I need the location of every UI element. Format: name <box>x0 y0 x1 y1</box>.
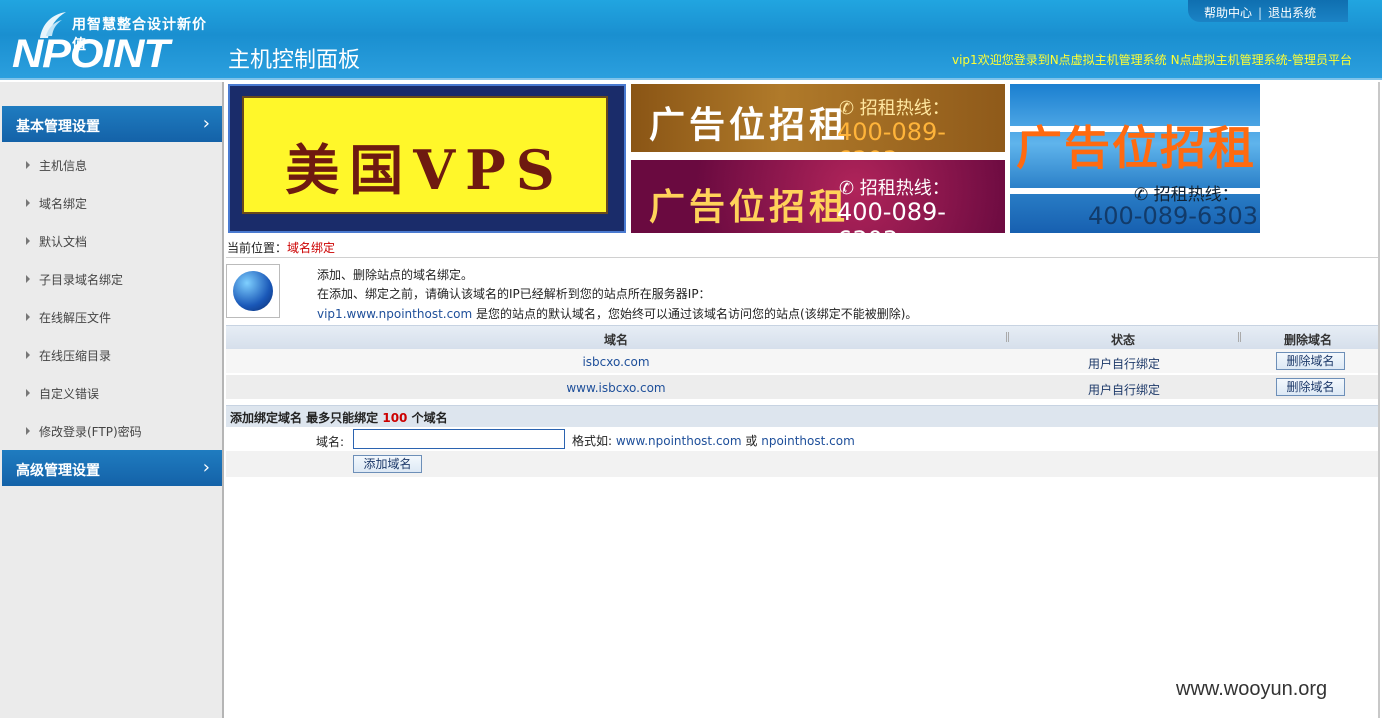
sidebar-item-label: 域名绑定 <box>39 197 88 211</box>
sidebar-section-label: 高级管理设置 <box>16 463 100 479</box>
breadcrumb: 当前位置：域名绑定 <box>227 239 335 256</box>
globe-ball <box>233 271 273 311</box>
triangle-right-icon <box>26 351 30 359</box>
sidebar-section-basic[interactable]: 基本管理设置 › <box>2 106 222 142</box>
chevron-right-icon: › <box>202 457 210 478</box>
delete-domain-button[interactable]: 删除域名 <box>1276 378 1345 396</box>
hint-or: 或 <box>741 434 762 448</box>
add-domain-button[interactable]: 添加域名 <box>353 455 422 473</box>
triangle-right-icon <box>26 199 30 207</box>
triangle-right-icon <box>26 275 30 283</box>
column-resizer[interactable] <box>1006 332 1009 342</box>
format-hint: 格式如: www.npointhost.com 或 npointhost.com <box>572 432 855 449</box>
column-header-delete: 删除域名 <box>1284 333 1333 347</box>
panel-title: 主机控制面板 <box>228 48 361 73</box>
sidebar-item-host-info[interactable]: 主机信息 <box>26 157 87 174</box>
welcome-user: vip1欢迎您登录到N点虚拟主机管理系统 <box>952 53 1167 67</box>
table-row: www.isbcxo.com 用户自行绑定 删除域名 <box>226 375 1378 399</box>
hint-example-2: npointhost.com <box>761 434 855 448</box>
watermark: www.wooyun.org <box>1176 678 1328 700</box>
domain-cell: www.isbcxo.com <box>566 381 666 395</box>
sidebar-section-advanced[interactable]: 高级管理设置 › <box>2 450 222 486</box>
table-row: isbcxo.com 用户自行绑定 删除域名 <box>226 349 1378 373</box>
welcome-platform: N点虚拟主机管理系统-管理员平台 <box>1170 53 1352 67</box>
add-heading-suffix: 个域名 <box>407 411 448 425</box>
add-heading-prefix: 添加绑定域名 最多只能绑定 <box>230 411 383 425</box>
add-domain-heading: 添加绑定域名 最多只能绑定 100 个域名 <box>226 405 1378 427</box>
link-separator: | <box>1258 6 1263 20</box>
sidebar-item-label: 自定义错误 <box>39 387 100 401</box>
ad-title: 广告位招租 <box>1016 121 1256 175</box>
info-line-3: vip1.www.npointhost.com 是您的站点的默认域名，您始终可以… <box>317 305 917 322</box>
sidebar-item-unzip[interactable]: 在线解压文件 <box>26 309 111 326</box>
sidebar-item-label: 在线压缩目录 <box>39 349 112 363</box>
ad-title: 广告位招租 <box>649 104 850 146</box>
sidebar: 基本管理设置 › 主机信息 域名绑定 默认文档 子目录域名绑定 在线解压文件 在… <box>0 82 224 718</box>
logout-link[interactable]: 退出系统 <box>1268 6 1316 20</box>
ad-phone: 400-089-6303 <box>837 198 946 233</box>
sidebar-item-ftp-password[interactable]: 修改登录(FTP)密码 <box>26 423 142 440</box>
ad-phone: 400-089-6303 <box>1088 202 1259 230</box>
status-cell: 用户自行绑定 <box>1087 383 1160 397</box>
triangle-right-icon <box>26 237 30 245</box>
sidebar-item-subdir-binding[interactable]: 子目录域名绑定 <box>26 271 123 288</box>
info-line-1: 添加、删除站点的域名绑定。 <box>317 268 474 282</box>
sidebar-item-label: 子目录域名绑定 <box>39 273 124 287</box>
domain-cell: isbcxo.com <box>582 355 650 369</box>
triangle-right-icon <box>26 161 30 169</box>
sidebar-item-default-document[interactable]: 默认文档 <box>26 233 87 250</box>
breadcrumb-current: 域名绑定 <box>287 241 336 255</box>
ad-hotline: ✆ 招租热线： <box>839 178 950 199</box>
sidebar-item-label: 主机信息 <box>39 159 88 173</box>
ad-banner-3[interactable]: 广告位招租 ✆ 招租热线： 400-089-6303 <box>1010 84 1260 233</box>
hint-prefix: 格式如: <box>572 434 616 448</box>
ad-hotline: ✆ 招租热线： <box>839 98 950 119</box>
sidebar-item-label: 修改登录(FTP)密码 <box>39 425 142 439</box>
divider <box>226 257 1378 258</box>
breadcrumb-prefix: 当前位置： <box>227 241 288 255</box>
top-links: 帮助中心 | 退出系统 <box>1188 0 1348 22</box>
ad-banner-1[interactable]: 广告位招租 ✆ 招租热线： 400-089-6303 <box>631 84 1005 152</box>
table-header: 域名 状态 删除域名 <box>226 325 1378 349</box>
default-domain: vip1.www.npointhost.com <box>317 307 473 321</box>
header: 用智慧整合设计新价值 NPOINT 主机控制面板 帮助中心 | 退出系统 vip1欢… <box>0 0 1382 80</box>
info-line-3-text: 是您的站点的默认域名，您始终可以通过该域名访问您的站点(该绑定不能被删除)。 <box>472 307 918 321</box>
vps-banner-inner: 美国VPS <box>242 96 608 214</box>
sidebar-item-zip[interactable]: 在线压缩目录 <box>26 347 111 364</box>
chevron-right-icon: › <box>202 113 210 134</box>
domain-limit: 100 <box>382 411 408 425</box>
globe-icon <box>226 264 280 318</box>
hint-example-1: www.npointhost.com <box>615 434 742 448</box>
logo-brand: NPOINT <box>12 32 170 76</box>
help-center-link[interactable]: 帮助中心 <box>1204 6 1252 20</box>
delete-domain-button[interactable]: 删除域名 <box>1276 352 1345 370</box>
domain-field-label: 域名: <box>316 435 345 449</box>
sidebar-item-label: 在线解压文件 <box>39 311 112 325</box>
npoint-logo[interactable]: 用智慧整合设计新价值 NPOINT <box>10 8 220 76</box>
add-button-row: 添加域名 <box>226 451 1378 477</box>
status-cell: 用户自行绑定 <box>1087 357 1160 371</box>
ad-title: 广告位招租 <box>649 186 850 228</box>
info-line-2: 在添加、绑定之前，请确认该域名的IP已经解析到您的站点所在服务器IP： <box>317 287 711 301</box>
ad-banner-2[interactable]: 广告位招租 ✆ 招租热线： 400-089-6303 <box>631 160 1005 233</box>
triangle-right-icon <box>26 313 30 321</box>
column-header-domain: 域名 <box>604 333 629 347</box>
add-domain-row: 域名: 格式如: www.npointhost.com 或 npointhost… <box>226 427 1378 451</box>
domain-input[interactable] <box>353 429 565 449</box>
triangle-right-icon <box>26 389 30 397</box>
triangle-right-icon <box>26 427 30 435</box>
right-border <box>1378 82 1380 718</box>
vps-banner-text: 美国VPS <box>285 138 565 202</box>
column-header-status: 状态 <box>1111 333 1136 347</box>
sidebar-item-label: 默认文档 <box>39 235 88 249</box>
column-resizer[interactable] <box>1238 332 1241 342</box>
ad-phone: 400-089-6303 <box>837 118 946 152</box>
sidebar-section-label: 基本管理设置 <box>16 119 100 135</box>
vps-banner[interactable]: 美国VPS <box>228 84 626 233</box>
sidebar-item-custom-error[interactable]: 自定义错误 <box>26 385 99 402</box>
sidebar-item-domain-binding[interactable]: 域名绑定 <box>26 195 87 212</box>
welcome-message: vip1欢迎您登录到N点虚拟主机管理系统 N点虚拟主机管理系统-管理员平台 <box>952 51 1352 68</box>
